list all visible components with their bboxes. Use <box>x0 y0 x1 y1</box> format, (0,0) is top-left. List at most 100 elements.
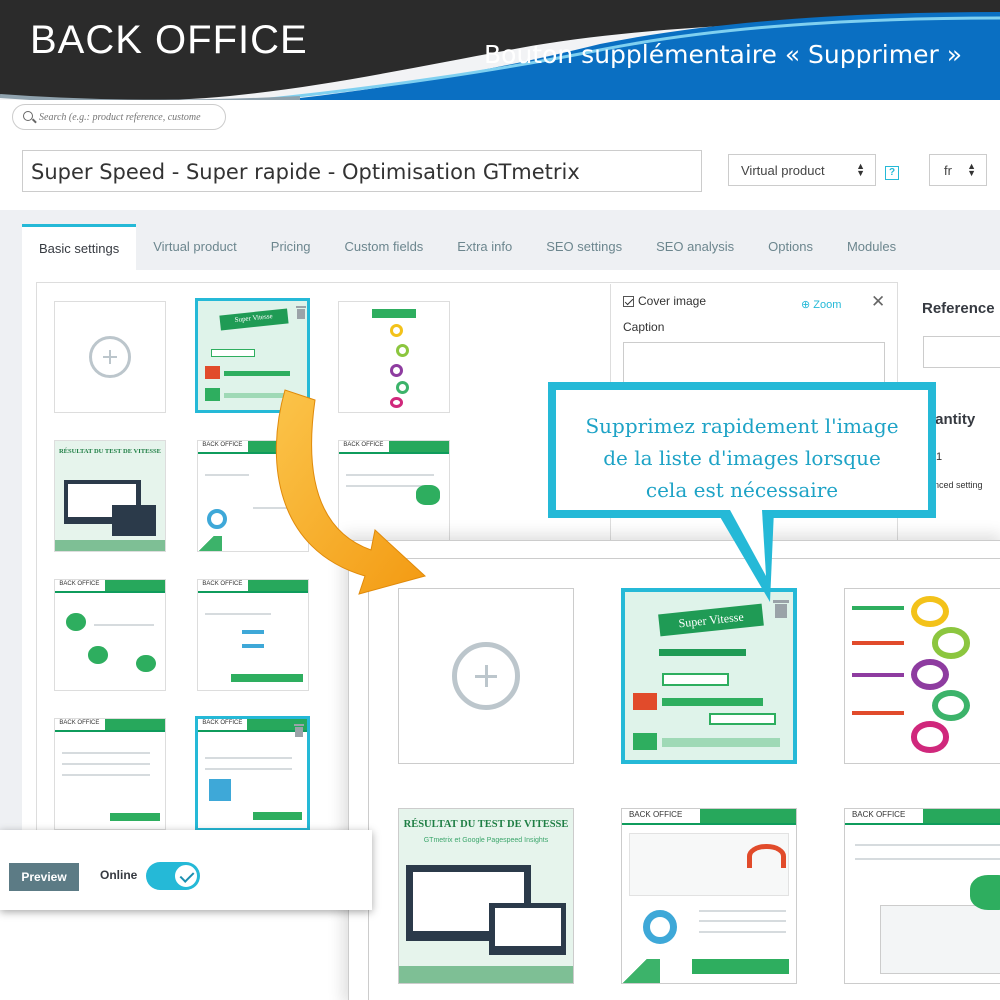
tab-custom-fields[interactable]: Custom fields <box>328 224 441 270</box>
tab-basic-settings[interactable]: Basic settings <box>22 224 137 270</box>
image-detail <box>55 540 165 551</box>
image-header: BACK OFFICE <box>55 719 165 733</box>
image-detail <box>66 613 86 631</box>
product-header: Super Speed - Super rapide - Optimisatio… <box>0 138 1000 210</box>
image-header-text: BACK OFFICE <box>59 581 100 588</box>
banner-title: BACK OFFICE <box>30 18 308 62</box>
tab-seo-settings[interactable]: SEO settings <box>529 224 639 270</box>
tab-options[interactable]: Options <box>751 224 830 270</box>
product-name-input[interactable]: Super Speed - Super rapide - Optimisatio… <box>22 150 702 192</box>
image-header: BACK OFFICE <box>845 809 1000 825</box>
zoomed-image-3[interactable] <box>844 588 1000 764</box>
image-detail <box>396 343 410 357</box>
image-header: BACK OFFICE <box>198 719 307 733</box>
image-title-text: RÉSULTAT DU TEST DE VITESSE <box>58 447 161 455</box>
image-subtitle-text: GTmetrix et Google Pagespeed Insights <box>423 836 549 844</box>
tab-pricing[interactable]: Pricing <box>254 224 328 270</box>
zoom-icon: ⊕ <box>801 299 814 311</box>
plus-icon <box>89 336 131 378</box>
zoomed-cover-image[interactable]: Super Vitesse <box>621 588 797 764</box>
image-detail <box>88 646 108 664</box>
image-detail <box>932 627 971 659</box>
callout-line-3: cela est nécessaire <box>645 478 839 502</box>
zoom-link[interactable]: ⊕ Zoom <box>801 298 841 311</box>
tab-virtual-product[interactable]: Virtual product <box>136 224 254 270</box>
image-detail <box>61 763 150 765</box>
image-detail <box>661 738 780 747</box>
close-icon[interactable]: ✕ <box>871 292 885 312</box>
tab-extra-info[interactable]: Extra info <box>440 224 529 270</box>
tab-modules[interactable]: Modules <box>830 224 913 270</box>
image-detail <box>698 909 786 912</box>
image-detail <box>633 733 657 750</box>
add-image-button[interactable] <box>54 301 166 413</box>
image-header-text: BACK OFFICE <box>202 442 243 449</box>
reference-input[interactable] <box>923 336 1000 368</box>
gallery-image-4[interactable]: RÉSULTAT DU TEST DE VITESSE <box>54 440 166 552</box>
image-detail <box>110 812 160 822</box>
zoomed-image-5[interactable]: BACK OFFICE <box>621 808 797 984</box>
plus-icon <box>452 642 520 710</box>
screenshot-stage: BACK OFFICE Bouton supplémentaire « Supp… <box>0 0 1000 1000</box>
zoomed-image-4[interactable]: RÉSULTAT DU TEST DE VITESSE GTmetrix et … <box>398 808 574 984</box>
select-arrows-icon: ▲ ▼ <box>967 161 976 178</box>
image-header-text: BACK OFFICE <box>851 810 906 820</box>
image-detail <box>372 308 416 319</box>
language-value: fr <box>944 163 952 178</box>
marketing-banner: BACK OFFICE Bouton supplémentaire « Supp… <box>0 0 1000 108</box>
zoomed-image-6[interactable]: BACK OFFICE <box>844 808 1000 984</box>
quantity-value[interactable]: 1 <box>936 451 942 463</box>
image-detail <box>224 370 290 377</box>
image-title-text: Super Vitesse <box>657 603 764 637</box>
callout-line-1: Supprimez rapidement l'image <box>585 414 899 438</box>
image-detail <box>709 712 777 725</box>
image-detail <box>879 904 1000 975</box>
search-input[interactable] <box>39 108 225 126</box>
image-detail <box>198 535 223 551</box>
delete-image-icon-body <box>295 727 303 737</box>
image-detail <box>855 843 1000 846</box>
image-detail <box>911 721 950 753</box>
image-detail <box>911 658 950 690</box>
image-detail <box>242 629 264 634</box>
image-detail <box>494 908 561 947</box>
image-detail <box>851 606 905 611</box>
image-header: BACK OFFICE <box>55 580 165 594</box>
search-box[interactable] <box>12 104 226 130</box>
select-arrows-icon: ▲ ▼ <box>856 161 865 178</box>
image-detail <box>204 757 292 760</box>
help-icon[interactable]: ? <box>885 166 899 180</box>
image-header-text: BACK OFFICE <box>202 581 243 588</box>
delete-image-icon[interactable] <box>296 306 306 308</box>
product-footer-bar: Preview Online <box>0 830 372 910</box>
image-detail <box>747 843 786 869</box>
delete-image-icon[interactable] <box>294 724 304 726</box>
delete-image-icon-body <box>297 309 305 319</box>
image-detail <box>851 641 905 646</box>
image-header-text: BACK OFFICE <box>628 810 683 820</box>
cover-image-checkbox[interactable]: Cover image <box>623 294 706 308</box>
image-detail <box>206 509 227 530</box>
gallery-image-10[interactable]: BACK OFFICE <box>195 716 310 831</box>
image-detail <box>622 958 661 983</box>
zoomed-add-image-button[interactable] <box>398 588 574 764</box>
online-toggle[interactable] <box>146 862 200 890</box>
image-detail <box>231 673 303 683</box>
product-type-select[interactable]: Virtual product ▲ ▼ <box>728 154 876 186</box>
search-bar-area <box>0 100 1000 138</box>
curved-arrow-icon <box>275 389 427 595</box>
tab-seo-analysis[interactable]: SEO analysis <box>639 224 751 270</box>
image-detail <box>204 613 271 615</box>
image-detail <box>633 692 657 710</box>
image-detail <box>851 710 905 715</box>
image-detail <box>252 811 302 821</box>
product-type-value: Virtual product <box>741 163 825 178</box>
image-detail <box>932 689 971 722</box>
image-header: BACK OFFICE <box>622 809 796 825</box>
gallery-image-7[interactable]: BACK OFFICE <box>54 579 166 691</box>
image-header-text: BACK OFFICE <box>59 720 100 727</box>
preview-button[interactable]: Preview <box>9 863 79 891</box>
zoom-label: Zoom <box>813 299 842 311</box>
gallery-image-9[interactable]: BACK OFFICE <box>54 718 166 830</box>
language-select[interactable]: fr ▲ ▼ <box>929 154 987 186</box>
